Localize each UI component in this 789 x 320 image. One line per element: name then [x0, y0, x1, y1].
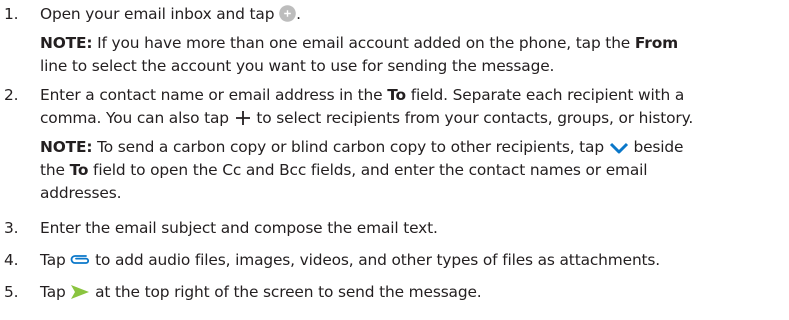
step-number: 1.: [4, 5, 19, 23]
step-body: Tap to add audio files, images, videos, …: [40, 249, 788, 272]
step-1: 1. Open your email inbox and tap . NOTE:…: [0, 3, 789, 95]
step-body: Enter a contact name or email address in…: [40, 84, 788, 205]
bold-term-from: From: [634, 34, 679, 52]
instructions-page: 1. Open your email inbox and tap . NOTE:…: [0, 0, 789, 320]
step-number: 3.: [4, 219, 19, 237]
step-number: 5.: [4, 283, 19, 301]
step-4: 4. Tap to add audio files, images, video…: [0, 249, 789, 272]
bold-term-to: To: [69, 161, 89, 179]
step-3: 3. Enter the email subject and compose t…: [0, 217, 789, 240]
step-number: 2.: [4, 86, 19, 104]
note: NOTE: To send a carbon copy or blind car…: [40, 138, 684, 202]
step-body: Tap at the top right of the screen to se…: [40, 281, 788, 304]
note-label: NOTE:: [40, 138, 93, 156]
step-5: 5. Tap at the top right of the screen to…: [0, 281, 789, 304]
compose-plus-circle-icon: [279, 5, 296, 29]
step-body: Open your email inbox and tap . NOTE: If…: [40, 3, 788, 78]
note-label: NOTE:: [40, 34, 93, 52]
step-body: Enter the email subject and compose the …: [40, 219, 438, 237]
paperclip-attach-icon: [70, 252, 90, 275]
plus-icon: [234, 110, 252, 133]
note: NOTE: If you have more than one email ac…: [40, 34, 679, 75]
step-text: Open your email inbox and tap .: [40, 3, 788, 26]
bold-term-to: To: [387, 86, 406, 104]
step-2: 2. Enter a contact name or email address…: [0, 84, 789, 209]
send-icon: [70, 284, 90, 307]
step-number: 4.: [4, 251, 19, 269]
